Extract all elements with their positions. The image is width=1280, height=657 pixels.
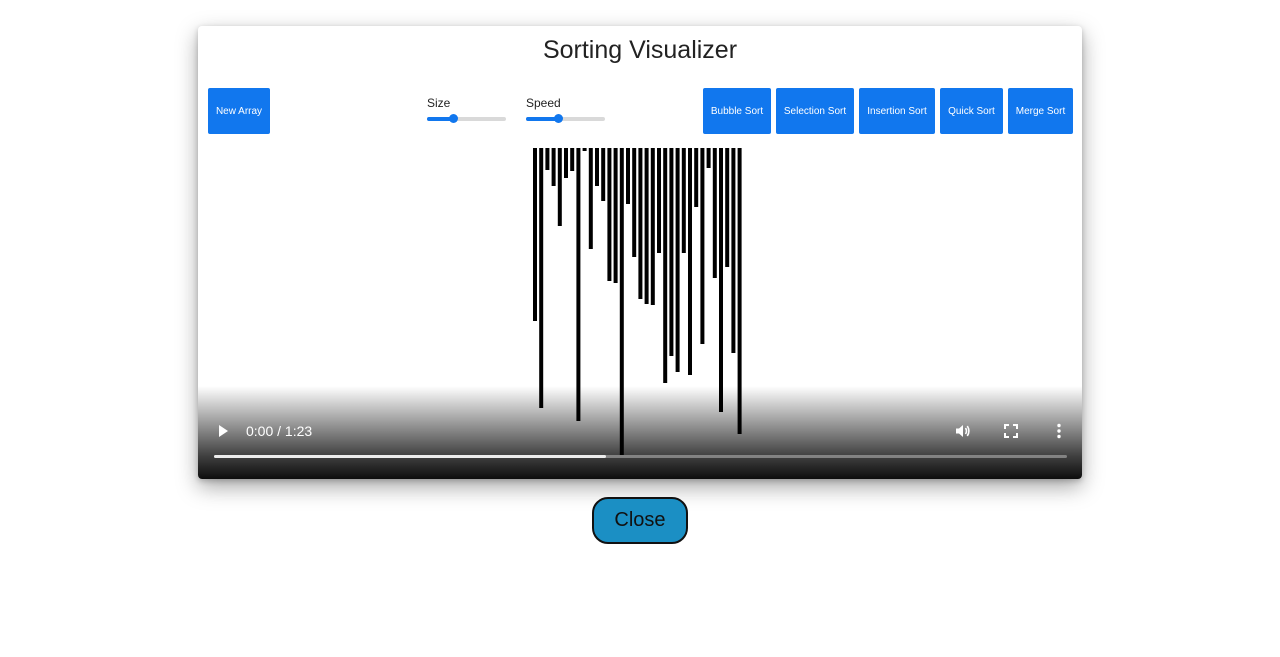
array-bar bbox=[545, 148, 550, 170]
more-options-icon[interactable] bbox=[1047, 419, 1071, 443]
array-bar bbox=[681, 148, 686, 253]
array-bar bbox=[644, 148, 649, 304]
array-bar bbox=[663, 148, 668, 383]
array-bar bbox=[669, 148, 674, 356]
array-bar bbox=[731, 148, 736, 353]
array-bar bbox=[700, 148, 705, 344]
array-bar bbox=[539, 148, 544, 408]
array-bar bbox=[588, 148, 593, 249]
close-button[interactable]: Close bbox=[592, 497, 688, 544]
array-bar bbox=[613, 148, 618, 283]
array-bar bbox=[688, 148, 692, 375]
array-bar bbox=[632, 148, 637, 257]
array-bar bbox=[601, 148, 606, 201]
array-bar bbox=[533, 148, 537, 321]
array-bar bbox=[638, 148, 643, 299]
array-bar bbox=[657, 148, 661, 253]
video-player[interactable]: Sorting Visualizer New Array Size Speed … bbox=[198, 26, 1082, 479]
array-bar bbox=[576, 148, 581, 421]
array-bar bbox=[619, 148, 624, 455]
array-bar bbox=[557, 148, 562, 226]
progress-buffered bbox=[214, 455, 607, 458]
array-bar bbox=[694, 148, 699, 207]
array-bar bbox=[551, 148, 556, 186]
array-bar bbox=[737, 148, 742, 434]
array-bar bbox=[626, 148, 630, 204]
array-bar bbox=[675, 148, 680, 372]
array-bar bbox=[582, 148, 587, 151]
array-bar bbox=[607, 148, 612, 281]
array-bar bbox=[712, 148, 717, 278]
video-progress-bar[interactable] bbox=[214, 455, 1067, 458]
play-icon[interactable] bbox=[211, 419, 235, 443]
array-bar bbox=[719, 148, 723, 412]
volume-icon[interactable] bbox=[951, 419, 975, 443]
array-bar bbox=[650, 148, 655, 305]
fullscreen-icon[interactable] bbox=[999, 419, 1023, 443]
time-display: 0:00 / 1:23 bbox=[246, 423, 313, 439]
array-bar bbox=[706, 148, 711, 168]
array-bar bbox=[595, 148, 599, 186]
array-bar bbox=[564, 148, 568, 178]
array-bar bbox=[725, 148, 730, 267]
array-bars bbox=[533, 148, 742, 455]
array-bar bbox=[570, 148, 575, 171]
